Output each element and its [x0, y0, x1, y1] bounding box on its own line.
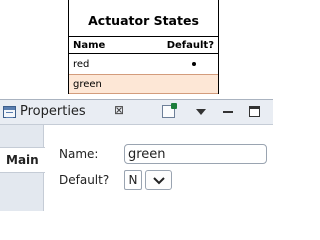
chevron-down-icon [153, 177, 165, 185]
row-name: green [73, 78, 102, 90]
actuator-states-table[interactable]: Actuator States Name Default? red green [68, 0, 219, 94]
properties-content: Main Name: Default? N [0, 125, 273, 211]
table-row-green[interactable]: green [69, 74, 218, 94]
row-name: red [73, 58, 90, 70]
name-input[interactable] [124, 144, 267, 164]
table-title: Actuator States [69, 0, 218, 37]
app-window: Actuator States Name Default? red green … [0, 0, 273, 211]
properties-view-icon [3, 106, 16, 118]
default-label: Default? [59, 173, 110, 187]
view-menu-icon[interactable] [196, 109, 206, 115]
name-label: Name: [59, 147, 99, 161]
side-tab-main[interactable]: Main [0, 147, 45, 173]
properties-tab-bar: Properties ⊠ [0, 100, 273, 125]
properties-side-tabs: Main [0, 125, 45, 211]
table-row-red[interactable]: red [69, 54, 218, 74]
column-header-name: Name [73, 39, 106, 51]
pin-icon[interactable] [162, 103, 177, 118]
diagram-canvas[interactable]: Actuator States Name Default? red green [0, 0, 273, 99]
minimize-icon[interactable] [223, 111, 233, 113]
default-marker-icon [192, 62, 196, 66]
properties-tab-title[interactable]: Properties [20, 104, 86, 119]
maximize-icon[interactable] [249, 106, 260, 117]
properties-view: Properties ⊠ Main Name: Default? N [0, 99, 273, 211]
column-header-default: Default? [166, 39, 214, 51]
table-header: Name Default? [69, 37, 218, 54]
close-icon[interactable]: ⊠ [114, 103, 124, 117]
default-dropdown-button[interactable] [145, 170, 172, 190]
default-value[interactable]: N [124, 170, 142, 190]
